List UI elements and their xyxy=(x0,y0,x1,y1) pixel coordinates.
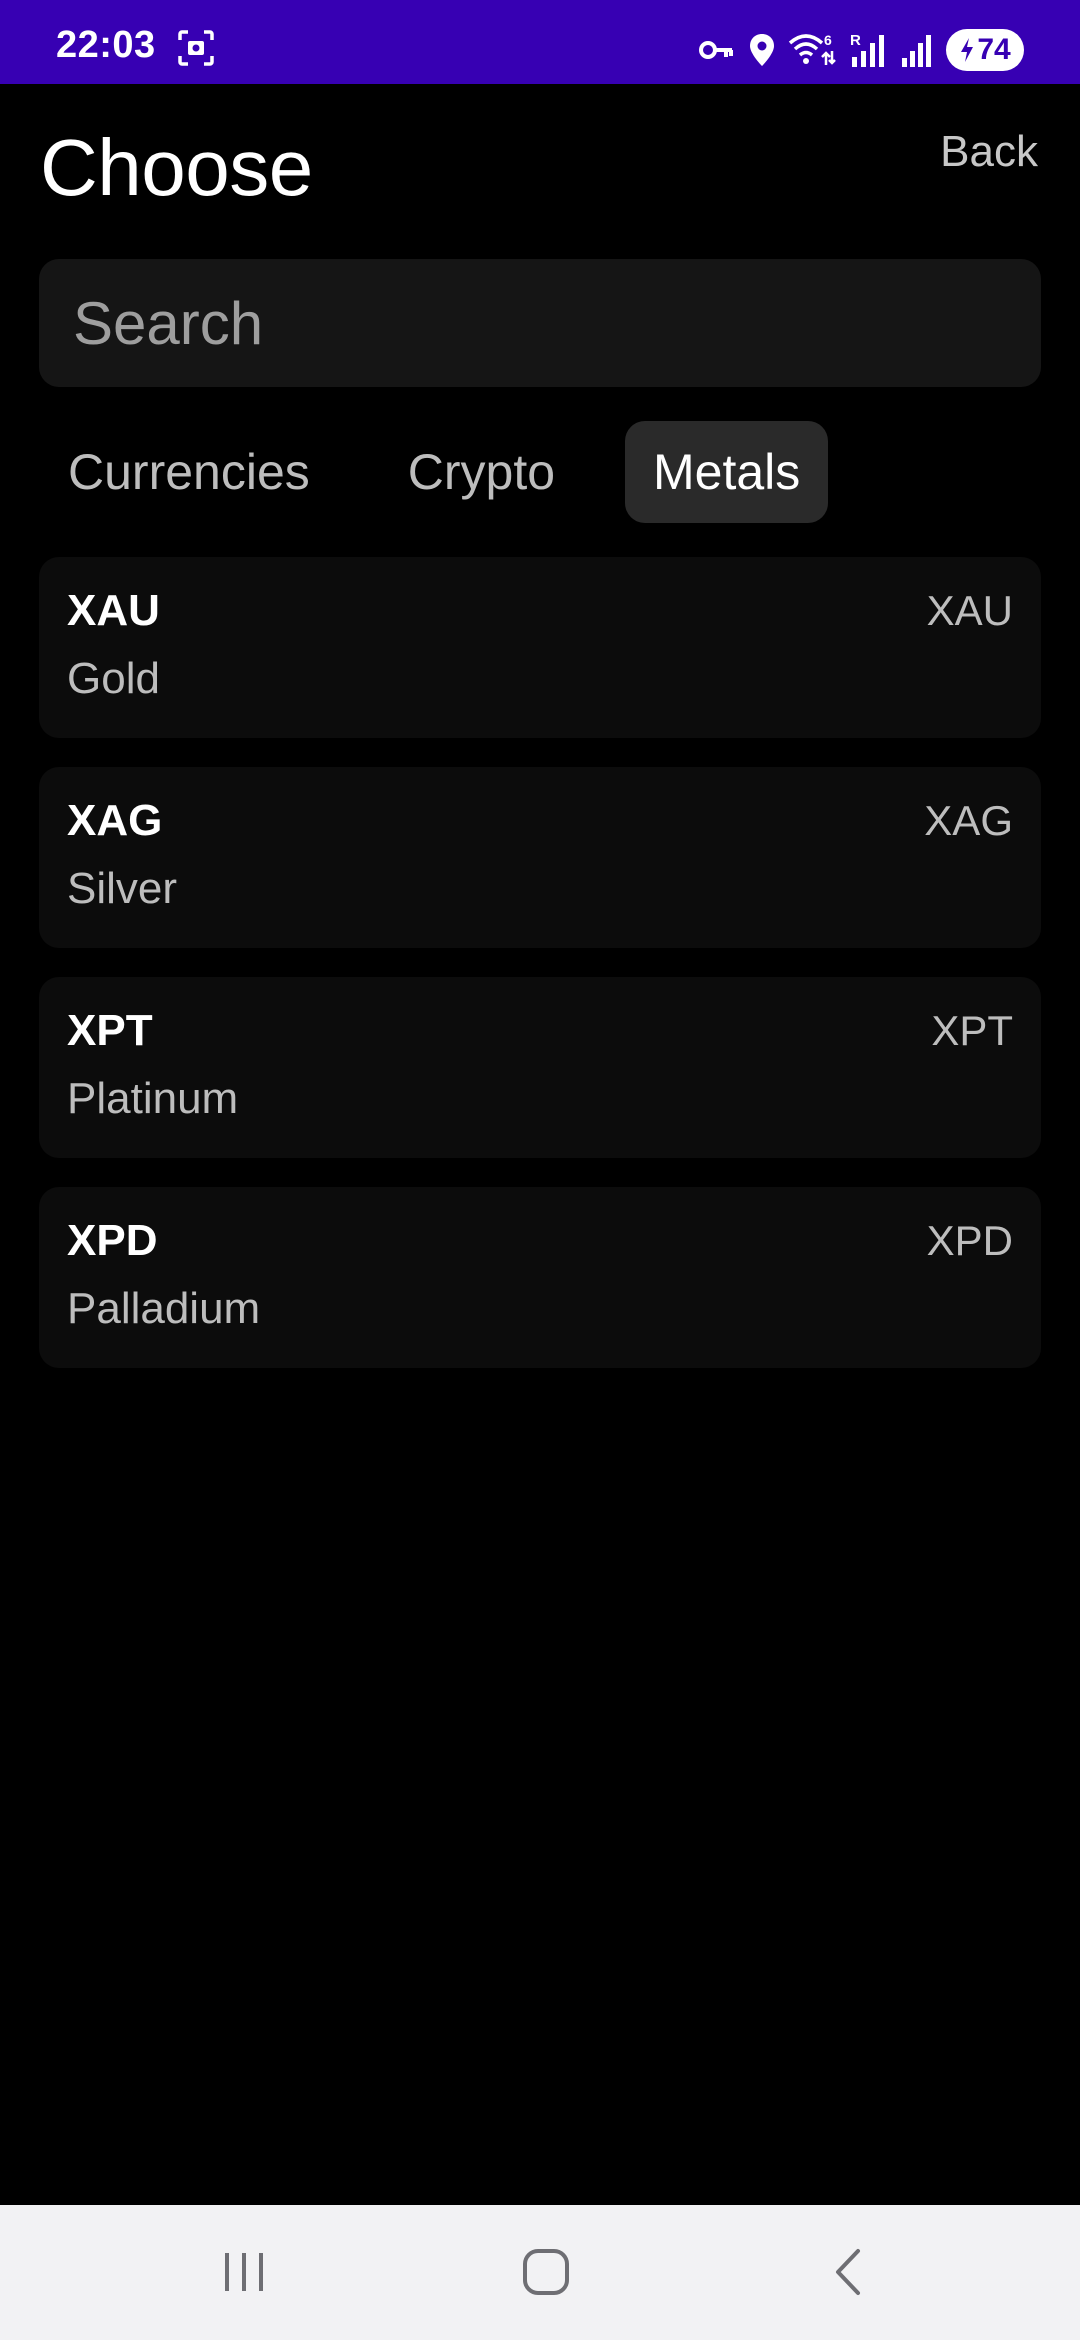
metal-list: XAU Gold XAU XAG Silver XAG XPT Platinum… xyxy=(39,557,1041,1397)
status-bar: 22:03 6 R 74 xyxy=(0,0,1080,84)
item-symbol: XAU xyxy=(926,587,1013,634)
svg-text:6: 6 xyxy=(824,32,832,48)
item-symbol: XPD xyxy=(926,1217,1013,1264)
page-title: Choose xyxy=(40,123,313,212)
list-item-xpd[interactable]: XPD Palladium XPD xyxy=(39,1187,1041,1368)
item-code: XAG xyxy=(67,796,163,845)
item-name: Platinum xyxy=(67,1074,239,1123)
location-icon xyxy=(750,34,774,66)
item-name: Palladium xyxy=(67,1284,261,1333)
bolt-icon xyxy=(961,38,974,62)
list-item-xau[interactable]: XAU Gold XAU xyxy=(39,557,1041,738)
status-time: 22:03 xyxy=(56,24,156,66)
home-icon xyxy=(523,2249,569,2295)
search-input[interactable] xyxy=(73,288,1007,358)
category-tabs: Currencies Crypto Metals xyxy=(40,421,829,523)
svg-text:R: R xyxy=(850,32,861,49)
list-item-xpt[interactable]: XPT Platinum XPT xyxy=(39,977,1041,1158)
signal-roaming-icon: R xyxy=(850,32,884,67)
back-icon xyxy=(836,2249,860,2295)
signal-icon xyxy=(902,35,931,67)
system-nav-bar xyxy=(0,2205,1080,2340)
vpn-key-icon xyxy=(699,41,733,59)
screenshot-icon xyxy=(178,30,214,66)
back-button[interactable]: Back xyxy=(940,130,1038,174)
tab-currencies[interactable]: Currencies xyxy=(40,421,338,523)
list-item-xag[interactable]: XAG Silver XAG xyxy=(39,767,1041,948)
tab-crypto[interactable]: Crypto xyxy=(380,421,583,523)
recents-icon xyxy=(225,2253,263,2291)
home-button[interactable] xyxy=(486,2227,606,2317)
wifi-calling-icon: 6 xyxy=(788,32,836,65)
battery-level: 74 xyxy=(977,33,1011,66)
item-code: XPT xyxy=(67,1006,153,1055)
battery-charging-icon: 74 xyxy=(946,29,1024,71)
tab-metals[interactable]: Metals xyxy=(625,421,829,523)
search-box[interactable] xyxy=(39,259,1041,387)
status-icons: 6 R 74 xyxy=(698,24,1024,76)
item-name: Gold xyxy=(67,654,160,703)
item-code: XPD xyxy=(67,1216,158,1265)
item-code: XAU xyxy=(67,586,160,635)
item-symbol: XPT xyxy=(931,1007,1013,1054)
item-name: Silver xyxy=(67,864,178,913)
recents-button[interactable] xyxy=(184,2227,304,2317)
screen: 22:03 6 R 74 Choose Back Search Currenci… xyxy=(0,0,1080,2340)
back-nav-button[interactable] xyxy=(788,2227,908,2317)
item-symbol: XAG xyxy=(924,797,1013,844)
